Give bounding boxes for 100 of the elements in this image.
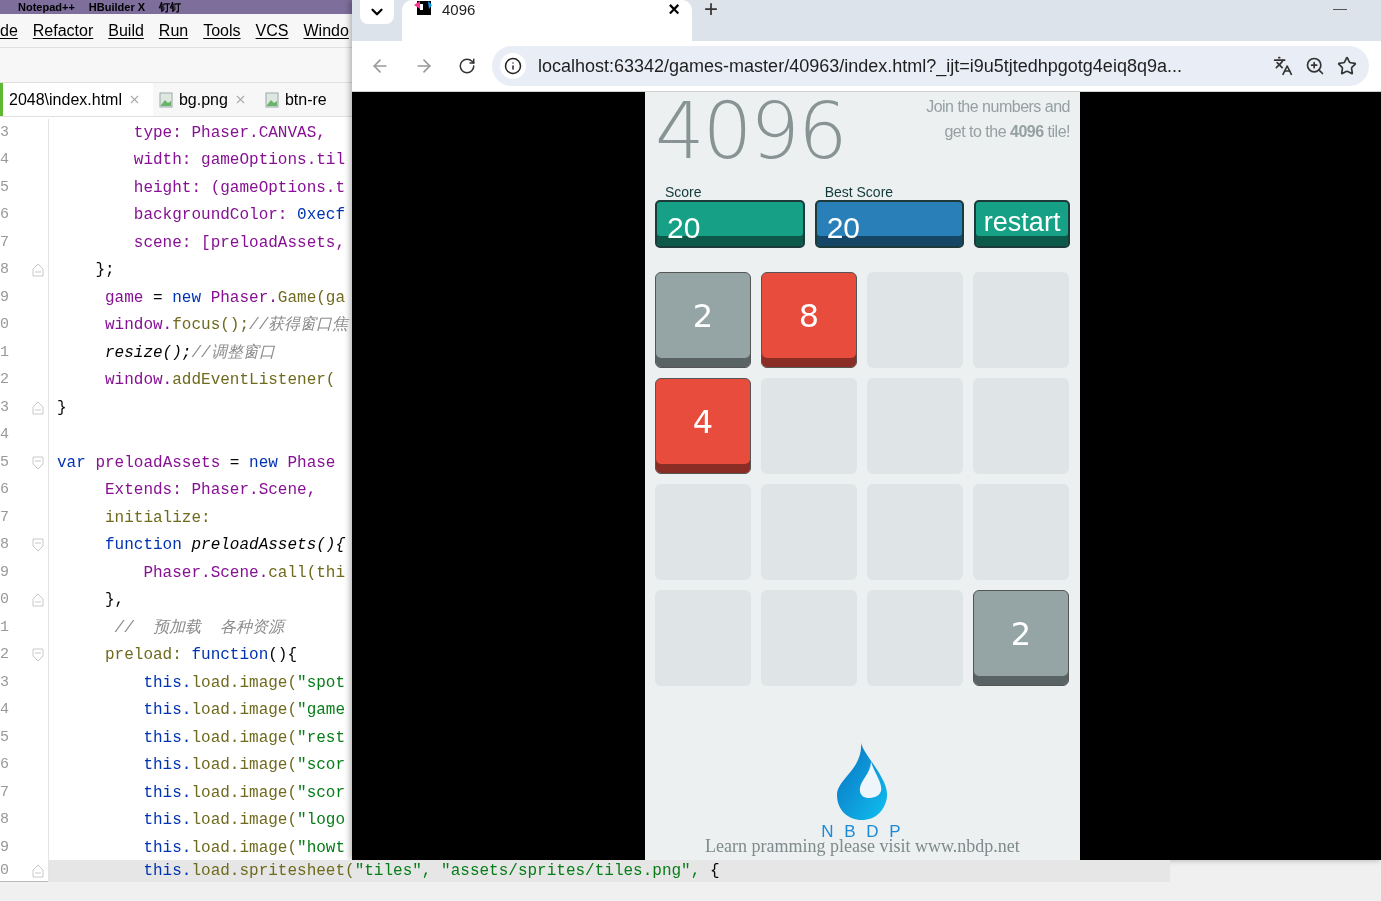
editor-tab[interactable]: bg.png: [152, 83, 259, 116]
taskbar-item[interactable]: Notepad++: [18, 1, 75, 13]
taskbar-item[interactable]: HBuilder X: [88, 1, 146, 13]
fold-marker-icon[interactable]: [32, 864, 44, 878]
line-number: 6: [0, 755, 10, 775]
code-line: Phaser.Scene.call(thi: [142, 563, 346, 582]
code-line: function preloadAssets(){: [104, 536, 346, 555]
menu-item[interactable]: de: [0, 18, 18, 43]
game-title: 4096: [655, 92, 846, 170]
code-line: this.load.image("scor: [142, 756, 346, 775]
code-line: }: [57, 398, 67, 417]
line-number: 4: [0, 700, 10, 720]
address-field[interactable]: localhost:63342/games-master/40963/index.html?_ijt=i9u5tjtedhpgotg4eiq8q9a...: [492, 46, 1369, 86]
line-number: 0: [0, 860, 10, 881]
bookmark-star-icon[interactable]: [1337, 56, 1357, 76]
fold-marker-icon[interactable]: [32, 400, 44, 415]
line-number: 3: [0, 122, 10, 143]
fold-marker-icon[interactable]: [32, 538, 44, 553]
reload-icon[interactable]: [458, 57, 476, 75]
code-line: width: gameOptions.til: [132, 151, 346, 170]
code-line: game = new Phaser.Game(ga: [104, 288, 346, 307]
line-number: 4: [0, 425, 10, 445]
line-number: 0: [0, 315, 10, 335]
code-line: window.focus();//获得窗口焦: [104, 316, 349, 335]
menu-item[interactable]: Build: [108, 18, 144, 43]
browser-tab[interactable]: 4096 ×: [402, 0, 692, 41]
fold-marker-icon[interactable]: [32, 455, 44, 470]
editor-tab[interactable]: 2048\index.html: [0, 83, 153, 116]
code-line: scene: [preloadAssets,: [132, 233, 346, 252]
ide-logo-icon: [414, 1, 432, 17]
line-number: 6: [0, 205, 10, 225]
line-number: 6: [0, 480, 10, 500]
code-line: // 预加载 各种资源: [113, 618, 285, 637]
line-number: 5: [0, 727, 10, 748]
code-line: initialize:: [104, 508, 211, 527]
fold-marker-icon[interactable]: [32, 648, 44, 663]
editor-tab[interactable]: btn-re: [258, 83, 339, 116]
tab-list-button[interactable]: [360, 0, 394, 24]
line-number: 8: [0, 260, 10, 280]
line-number: 9: [0, 837, 10, 858]
code-line: this.load.image("howt: [142, 838, 346, 857]
image-file-icon: [158, 91, 173, 108]
menu-item[interactable]: Tools: [203, 18, 241, 43]
line-number: 5: [0, 177, 10, 198]
image-file-icon: [264, 91, 279, 108]
menu-item[interactable]: VCS: [255, 18, 289, 43]
line-number: 9: [0, 562, 10, 583]
code-line: },: [104, 591, 125, 610]
line-number: 8: [0, 810, 10, 830]
number-tile: 2: [655, 272, 751, 368]
code-line: preload: function(){: [104, 646, 298, 665]
number-tile: 4: [655, 378, 751, 474]
line-number: 2: [0, 370, 10, 390]
code-line: this.load.spritesheet("tiles", "assets/sprites/tiles.png", {: [142, 862, 720, 880]
code-line: this.load.image("spot: [142, 673, 346, 692]
code-line: this.load.image("game: [142, 701, 346, 720]
tagline-text: get to the 4096 tile!: [944, 122, 1070, 142]
translate-icon[interactable]: [1273, 56, 1293, 76]
line-number: 7: [0, 782, 10, 803]
score-label: Score: [664, 184, 703, 200]
site-info-icon[interactable]: [504, 57, 522, 75]
minimize-button[interactable]: —: [1333, 0, 1347, 17]
code-line: resize();//调整窗口: [104, 343, 275, 362]
menu-item[interactable]: Windo: [303, 18, 349, 43]
taskbar-item[interactable]: 钉钉: [159, 1, 182, 13]
number-tile: 2: [973, 590, 1069, 686]
score-value-box: 20: [655, 200, 805, 248]
new-tab-button[interactable]: +: [704, 0, 718, 18]
line-number: 4: [0, 150, 10, 170]
fold-marker-icon[interactable]: [32, 263, 44, 278]
line-number: 8: [0, 535, 10, 555]
tab-title: 4096: [442, 1, 477, 18]
zoom-icon[interactable]: [1305, 56, 1325, 76]
water-drop-logo-icon: [836, 743, 889, 821]
code-line: };: [94, 261, 115, 280]
code-line: var preloadAssets = new Phase: [57, 453, 336, 472]
menu-item[interactable]: Refactor: [32, 18, 94, 43]
url-text: localhost:63342/games-master/40963/index.html?_ijt=i9u5tjtedhpgotg4eiq8q9a...: [538, 54, 1183, 79]
code-line: this.load.image("rest: [142, 728, 346, 747]
code-line: backgroundColor: 0xecf: [132, 206, 346, 225]
code-line: window.addEventListener(: [104, 371, 336, 390]
line-number: 3: [0, 397, 10, 418]
tab-close-button[interactable]: ×: [668, 1, 680, 18]
number-tile: 8: [761, 272, 857, 368]
line-number: 9: [0, 287, 10, 308]
line-number: 7: [0, 507, 10, 528]
score-value-box: 20: [814, 200, 965, 248]
tagline-text: Join the numbers and: [926, 97, 1070, 117]
line-number: 1: [0, 617, 10, 638]
menu-item[interactable]: Run: [158, 18, 189, 43]
line-number: 5: [0, 452, 10, 473]
line-number: 2: [0, 645, 10, 665]
line-number: 3: [0, 672, 10, 693]
fold-marker-icon[interactable]: [32, 593, 44, 608]
code-line: Extends: Phaser.Scene,: [104, 481, 317, 500]
score-label: Best Score: [823, 184, 895, 200]
code-line: this.load.image("logo: [142, 811, 346, 830]
line-number: 1: [0, 342, 10, 363]
line-number: 7: [0, 232, 10, 253]
code-line: height: (gameOptions.t: [132, 178, 346, 197]
